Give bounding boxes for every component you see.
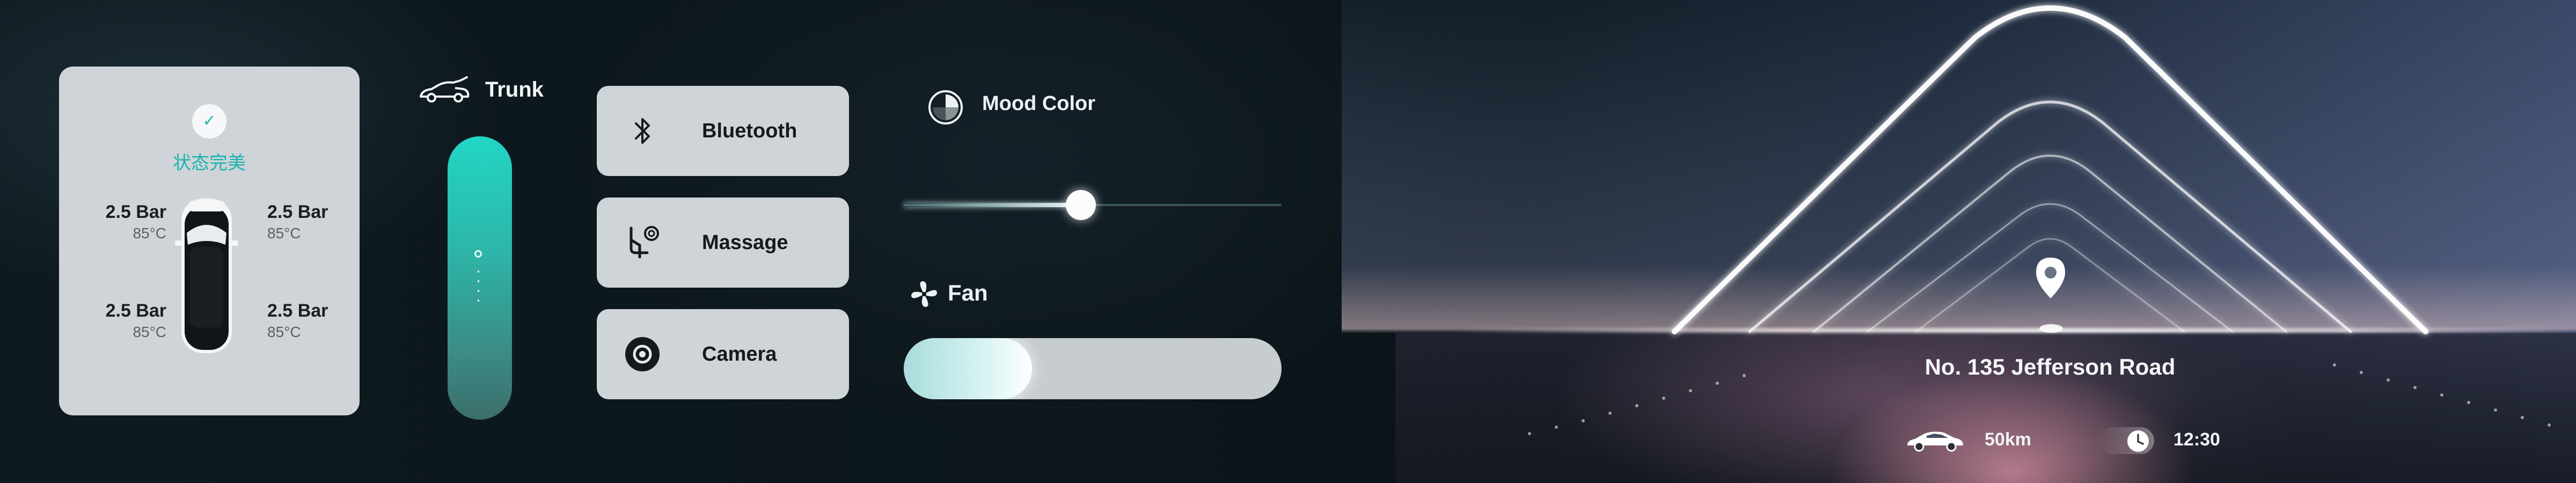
car-side-icon bbox=[1907, 431, 1963, 452]
navigation-road-graphic bbox=[1528, 5, 2551, 435]
distance-value: 50km bbox=[1985, 429, 2031, 450]
clock-icon bbox=[2127, 430, 2149, 452]
destination-address: No. 135 Jefferson Road bbox=[1924, 354, 2176, 379]
location-pin-icon bbox=[2036, 258, 2065, 298]
arrival-time: 12:30 bbox=[2174, 429, 2220, 450]
